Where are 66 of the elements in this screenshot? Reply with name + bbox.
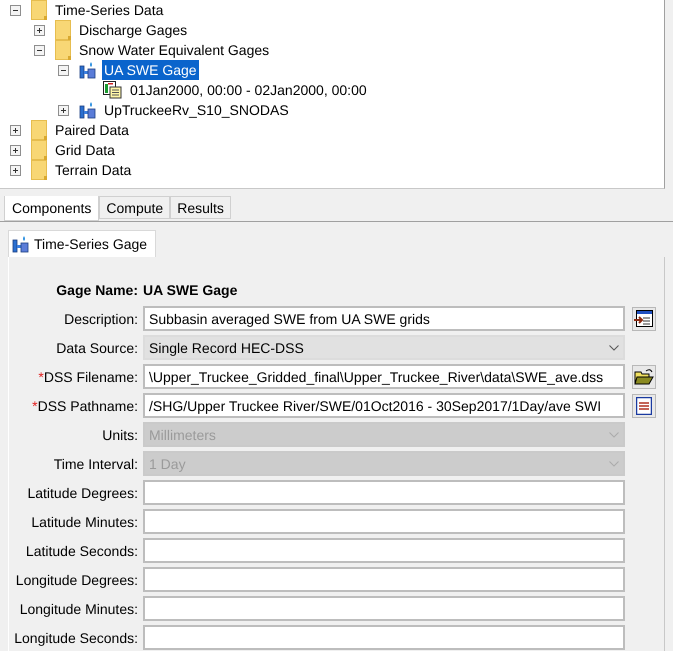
chevron-icon	[609, 344, 619, 350]
input-field[interactable]	[143, 480, 625, 505]
input-field[interactable]	[143, 625, 625, 650]
tab[interactable]: Compute	[99, 196, 170, 219]
open-folder-icon	[634, 368, 654, 386]
tree-item[interactable]: Time-Series Data	[53, 0, 166, 20]
field-label: Time Interval:	[54, 456, 138, 472]
input-field[interactable]: \Upper_Truckee_Gridded_final\Upper_Truckee_River\data\SWE_ave.dss	[143, 364, 625, 389]
tree-item[interactable]: 01Jan2000, 00:00 - 02Jan2000, 00:00	[128, 80, 369, 100]
tree-item[interactable]: Paired Data	[53, 120, 131, 140]
chevron-icon	[609, 432, 619, 438]
tree-item[interactable]: Grid Data	[53, 140, 117, 160]
tree-item[interactable]: Snow Water Equivalent Gages	[77, 40, 272, 60]
gage-icon	[79, 61, 96, 79]
notes-button[interactable]	[632, 306, 656, 330]
field-label: Latitude Seconds:	[26, 542, 138, 558]
expand-icon[interactable]	[10, 164, 20, 176]
field-label: Gage Name:	[56, 282, 138, 298]
open-button[interactable]	[632, 364, 656, 388]
input-field[interactable]	[143, 567, 625, 592]
field-label: Longitude Degrees:	[16, 572, 138, 588]
expand-icon[interactable]	[58, 104, 68, 116]
expand-icon[interactable]	[10, 124, 20, 136]
field-label: Description:	[64, 310, 138, 326]
field-label: Longitude Minutes:	[20, 600, 138, 616]
folder-icon	[55, 40, 71, 60]
tree-item[interactable]: UA SWE Gage	[102, 60, 199, 80]
collapse-icon[interactable]	[10, 4, 20, 16]
field-label: Data Source:	[56, 340, 138, 356]
expand-icon[interactable]	[34, 24, 44, 36]
input-field[interactable]: Subbasin averaged SWE from UA SWE grids	[143, 306, 625, 331]
gage-icon	[79, 101, 96, 119]
list-icon	[636, 396, 652, 414]
field-label: Latitude Degrees:	[27, 484, 138, 500]
field-label: Units:	[102, 426, 138, 442]
collapse-icon[interactable]	[34, 44, 44, 56]
input-field[interactable]: /SHG/Upper Truckee River/SWE/01Oct2016 - 30Sep2017/1Day/ave SWI	[143, 393, 625, 418]
collapse-icon[interactable]	[58, 64, 68, 76]
list-button[interactable]	[632, 394, 656, 418]
gage-name: UA SWE Gage	[143, 282, 238, 298]
folder-icon	[31, 160, 47, 180]
required-mark: *	[32, 398, 38, 414]
tree-item[interactable]: Terrain Data	[53, 160, 134, 180]
record-icon	[103, 81, 122, 99]
folder-icon	[31, 140, 47, 160]
field-label: Longitude Seconds:	[14, 630, 138, 646]
tab[interactable]: Time-Series Gage	[8, 230, 156, 257]
field-label: Latitude Minutes:	[31, 514, 138, 530]
dropdown[interactable]: Single Record HEC-DSS	[143, 335, 625, 360]
input-field[interactable]	[143, 538, 625, 563]
expand-icon[interactable]	[10, 144, 20, 156]
folder-icon	[31, 120, 47, 140]
tab[interactable]: Components	[4, 196, 100, 221]
folder-icon	[31, 0, 47, 20]
field-label: DSS Filename:	[44, 368, 138, 384]
required-mark: *	[38, 368, 44, 384]
tree-item[interactable]: UpTruckeeRv_S10_SNODAS	[102, 100, 291, 120]
input-field[interactable]	[143, 509, 625, 534]
gage-icon	[12, 235, 29, 253]
folder-icon	[55, 20, 71, 40]
notes-icon	[634, 310, 654, 328]
tree-item[interactable]: Discharge Gages	[77, 20, 190, 40]
input-field[interactable]	[143, 596, 625, 621]
field-label: DSS Pathname:	[38, 398, 138, 414]
tab[interactable]: Results	[170, 196, 231, 219]
chevron-icon	[609, 460, 619, 466]
